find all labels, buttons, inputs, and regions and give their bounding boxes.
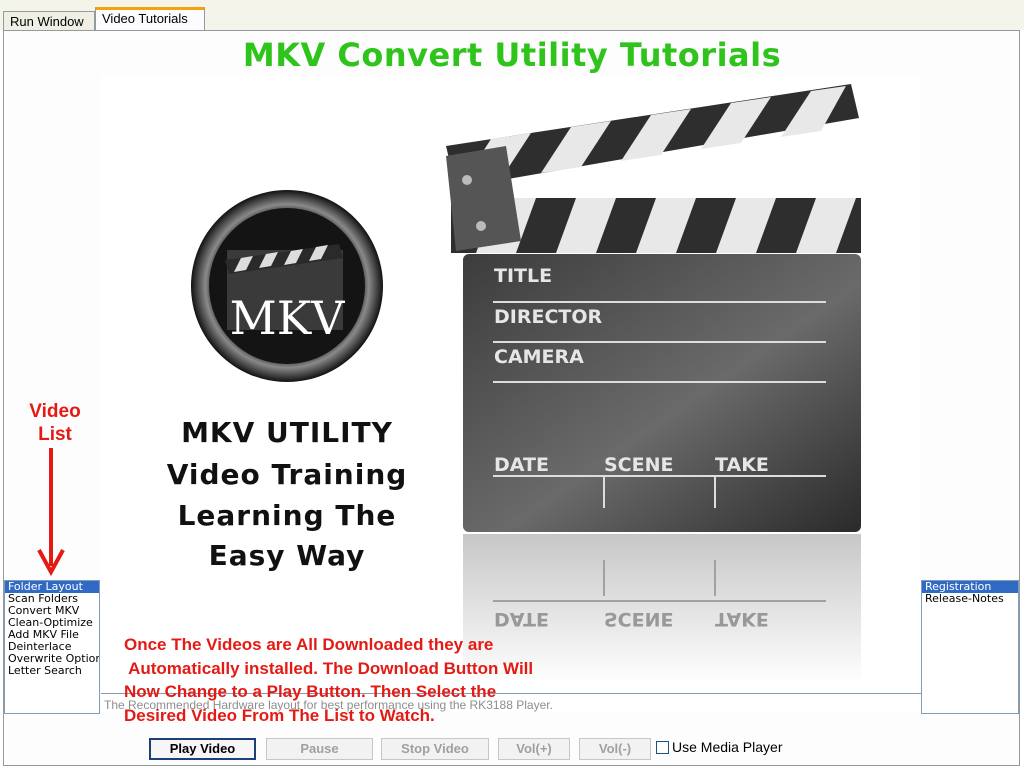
- poster-line: Easy Way: [209, 539, 366, 572]
- pause-button[interactable]: Pause: [266, 738, 373, 760]
- stop-video-button[interactable]: Stop Video: [381, 738, 489, 760]
- document-list[interactable]: Registration Release-Notes: [921, 580, 1019, 714]
- page-title: MKV Convert Utility Tutorials: [242, 36, 782, 74]
- tab-strip: Run Window Video Tutorials: [0, 0, 1024, 31]
- poster-line: MKV UTILITY: [181, 416, 393, 449]
- video-list-label: Video: [29, 401, 81, 422]
- instruction-note: Once The Videos are All Downloaded they …: [124, 633, 684, 727]
- clapper-field: SCENE: [604, 608, 674, 630]
- list-item[interactable]: Letter Search: [5, 665, 99, 677]
- instruction-line: Now Change to a Play Button. Then Select…: [124, 682, 497, 701]
- mkv-logo: MKV: [191, 190, 383, 382]
- video-list[interactable]: Folder Layout Scan Folders Convert MKV C…: [4, 580, 100, 714]
- play-video-button[interactable]: Play Video: [149, 738, 256, 760]
- arrow-down-icon: [37, 448, 65, 577]
- clapper-arm: [446, 84, 861, 253]
- clapper-field: TAKE: [715, 608, 769, 630]
- instruction-line: Once The Videos are All Downloaded they …: [124, 635, 494, 654]
- list-item[interactable]: Release-Notes: [922, 593, 1018, 605]
- poster-headline: MKV UTILITY Video Training Learning The …: [167, 416, 408, 572]
- instruction-line: Automatically installed. The Download Bu…: [124, 658, 534, 678]
- clapper-board: TITLE DIRECTOR CAMERA DATE SCENE TAKE: [463, 254, 861, 532]
- clapper-field: SCENE: [604, 454, 674, 476]
- clapper-field: DATE: [494, 608, 549, 630]
- use-media-player-checkbox[interactable]: [656, 741, 669, 754]
- clapper-field: CAMERA: [494, 346, 584, 368]
- tab-video-tutorials[interactable]: Video Tutorials: [95, 7, 205, 31]
- logo-text: MKV: [230, 291, 345, 345]
- video-display: TITLE DIRECTOR CAMERA DATE SCENE TAKE DA…: [101, 76, 921, 693]
- clapper-field: TAKE: [715, 454, 769, 476]
- clapper-field: DATE: [494, 454, 549, 476]
- poster-image: TITLE DIRECTOR CAMERA DATE SCENE TAKE DA…: [167, 84, 861, 684]
- clapper-field: TITLE: [494, 265, 552, 287]
- volume-up-button[interactable]: Vol(+): [498, 738, 570, 760]
- tab-run-window[interactable]: Run Window: [3, 11, 95, 31]
- volume-down-button[interactable]: Vol(-): [579, 738, 651, 760]
- poster-line: Video Training: [167, 458, 408, 491]
- clapper-field: DIRECTOR: [494, 306, 603, 328]
- instruction-line: Desired Video From The List to Watch.: [124, 705, 435, 725]
- video-list-label: List: [38, 424, 72, 445]
- poster-line: Learning The: [178, 499, 397, 532]
- use-media-player-label[interactable]: Use Media Player: [672, 739, 783, 755]
